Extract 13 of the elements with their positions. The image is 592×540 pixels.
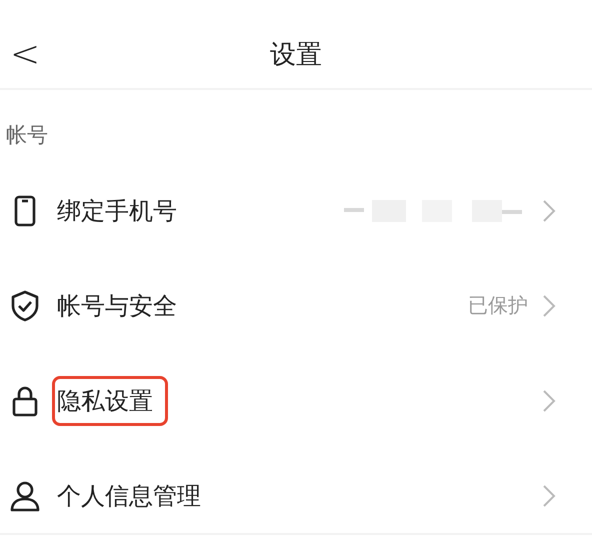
section-label: 帐号 bbox=[6, 122, 49, 149]
back-button[interactable]: < bbox=[4, 34, 46, 75]
page-title: 设置 bbox=[270, 38, 322, 72]
setting-label[interactable]: 隐私设置 bbox=[52, 376, 168, 426]
chevron-right-icon bbox=[542, 484, 556, 508]
chevron-right-icon bbox=[542, 198, 556, 222]
setting-label[interactable]: 个人信息管理 bbox=[52, 470, 216, 520]
chevron-right-icon bbox=[542, 388, 556, 412]
chevron-right-icon bbox=[542, 294, 556, 318]
setting-label[interactable]: 帐号与安全 bbox=[52, 280, 192, 330]
setting-value: 已保护 bbox=[468, 292, 528, 319]
setting-label[interactable]: 绑定手机号 bbox=[52, 186, 192, 236]
person-icon bbox=[8, 478, 42, 512]
